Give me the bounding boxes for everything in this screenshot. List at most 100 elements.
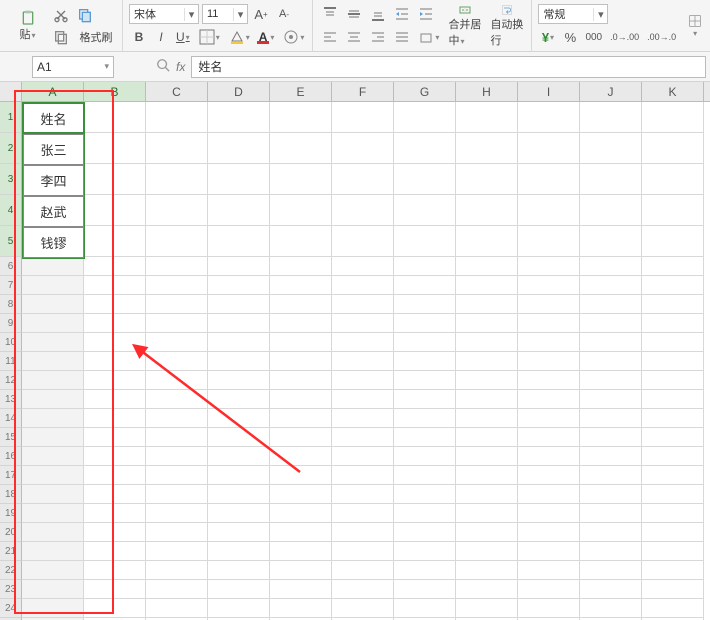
- cell[interactable]: [84, 561, 146, 580]
- cell[interactable]: [146, 409, 208, 428]
- cell[interactable]: [84, 390, 146, 409]
- cell[interactable]: [22, 428, 84, 447]
- cell[interactable]: [580, 523, 642, 542]
- align-top-button[interactable]: [319, 4, 341, 24]
- search-icon[interactable]: [156, 58, 170, 75]
- justify-button[interactable]: [391, 27, 413, 47]
- cell[interactable]: [642, 466, 704, 485]
- cell[interactable]: [456, 226, 518, 257]
- cell[interactable]: [518, 599, 580, 618]
- cell[interactable]: [270, 333, 332, 352]
- cell[interactable]: [456, 409, 518, 428]
- cell[interactable]: [270, 561, 332, 580]
- cell[interactable]: [642, 523, 704, 542]
- cell[interactable]: [208, 447, 270, 466]
- cell[interactable]: [208, 390, 270, 409]
- cell[interactable]: [394, 599, 456, 618]
- col-header-A[interactable]: A: [22, 82, 84, 101]
- cell[interactable]: [394, 523, 456, 542]
- row-header[interactable]: 1: [0, 102, 22, 133]
- cell[interactable]: [642, 371, 704, 390]
- cell[interactable]: [22, 295, 84, 314]
- row-header[interactable]: 11: [0, 352, 22, 371]
- cell[interactable]: [146, 466, 208, 485]
- cell[interactable]: [332, 102, 394, 133]
- data-cell[interactable]: 姓名: [23, 103, 84, 134]
- cell[interactable]: [332, 390, 394, 409]
- cell[interactable]: [332, 447, 394, 466]
- cell[interactable]: [208, 314, 270, 333]
- cell[interactable]: [394, 447, 456, 466]
- cell[interactable]: [208, 561, 270, 580]
- cell[interactable]: [208, 257, 270, 276]
- row-header[interactable]: 24: [0, 599, 22, 618]
- cell[interactable]: [208, 333, 270, 352]
- fill-color-button[interactable]: ▾: [226, 27, 254, 47]
- cell[interactable]: [146, 295, 208, 314]
- row-header[interactable]: 23: [0, 580, 22, 599]
- cell[interactable]: [146, 102, 208, 133]
- cell[interactable]: [270, 226, 332, 257]
- cell[interactable]: [518, 504, 580, 523]
- cell[interactable]: [208, 542, 270, 561]
- cell[interactable]: [22, 523, 84, 542]
- align-middle-button[interactable]: [343, 4, 365, 24]
- cell[interactable]: [22, 371, 84, 390]
- orientation-button[interactable]: ▾: [415, 27, 443, 47]
- cell[interactable]: [146, 542, 208, 561]
- formula-bar[interactable]: 姓名: [191, 56, 706, 78]
- cell[interactable]: [84, 599, 146, 618]
- cell[interactable]: [456, 466, 518, 485]
- cell[interactable]: [22, 333, 84, 352]
- cell[interactable]: [22, 314, 84, 333]
- cell[interactable]: [22, 485, 84, 504]
- cell[interactable]: [518, 257, 580, 276]
- cell[interactable]: [208, 580, 270, 599]
- cell[interactable]: [332, 276, 394, 295]
- cell[interactable]: [146, 580, 208, 599]
- cell[interactable]: [270, 195, 332, 226]
- paste-button[interactable]: 贴▾: [8, 4, 48, 48]
- cell[interactable]: [394, 542, 456, 561]
- cell[interactable]: [394, 226, 456, 257]
- cell[interactable]: [84, 314, 146, 333]
- cell[interactable]: [84, 226, 146, 257]
- cell[interactable]: [456, 599, 518, 618]
- cell[interactable]: [332, 371, 394, 390]
- cell[interactable]: [84, 466, 146, 485]
- cell[interactable]: [146, 504, 208, 523]
- cell[interactable]: [270, 409, 332, 428]
- cell[interactable]: [84, 164, 146, 195]
- cell[interactable]: [208, 164, 270, 195]
- cell[interactable]: [146, 485, 208, 504]
- col-header-J[interactable]: J: [580, 82, 642, 101]
- cell[interactable]: [456, 523, 518, 542]
- cell[interactable]: [84, 409, 146, 428]
- cell[interactable]: [642, 542, 704, 561]
- cell[interactable]: [332, 333, 394, 352]
- wrap-text-button[interactable]: 自动换行: [487, 4, 527, 48]
- cell[interactable]: [208, 428, 270, 447]
- cell[interactable]: [518, 195, 580, 226]
- align-left-button[interactable]: [319, 27, 341, 47]
- fx-icon[interactable]: fx: [176, 60, 185, 74]
- increase-indent-button[interactable]: [415, 4, 437, 24]
- cell[interactable]: [332, 133, 394, 164]
- cell[interactable]: [394, 580, 456, 599]
- cell[interactable]: [332, 580, 394, 599]
- cell[interactable]: [518, 102, 580, 133]
- cell[interactable]: [518, 226, 580, 257]
- col-header-G[interactable]: G: [394, 82, 456, 101]
- cell[interactable]: [580, 504, 642, 523]
- cell[interactable]: [270, 599, 332, 618]
- cell[interactable]: [332, 523, 394, 542]
- cell[interactable]: [84, 447, 146, 466]
- cell[interactable]: [270, 447, 332, 466]
- cell[interactable]: [332, 195, 394, 226]
- row-header[interactable]: 16: [0, 447, 22, 466]
- cell[interactable]: [394, 409, 456, 428]
- cell[interactable]: [270, 276, 332, 295]
- col-header-I[interactable]: I: [518, 82, 580, 101]
- cut-button[interactable]: [50, 5, 72, 25]
- cell[interactable]: [270, 428, 332, 447]
